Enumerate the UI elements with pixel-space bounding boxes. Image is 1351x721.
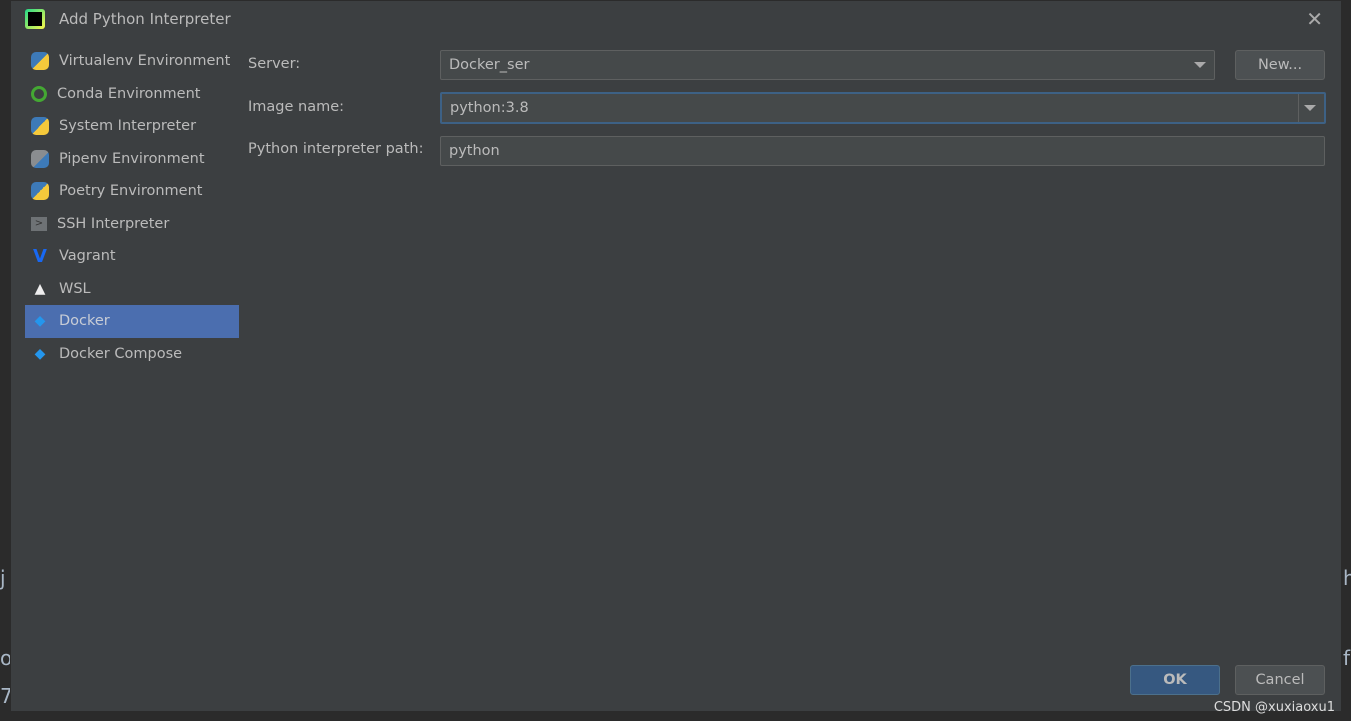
python-virtualenv-icon	[31, 52, 49, 71]
server-select[interactable]: Docker_ser	[440, 50, 1215, 80]
sidebar-item-label: Docker Compose	[59, 345, 183, 362]
ok-button[interactable]: OK	[1130, 665, 1220, 695]
image-name-value: python:3.8	[450, 100, 529, 116]
background-text: h	[1343, 566, 1351, 590]
sidebar-item-wsl[interactable]: ▲ WSL	[25, 273, 239, 306]
image-name-combobox[interactable]: python:3.8	[440, 92, 1326, 124]
interpreter-type-list: Virtualenv Environment Conda Environment…	[25, 45, 239, 370]
image-name-label: Image name:	[248, 99, 345, 115]
sidebar-item-label: SSH Interpreter	[57, 215, 170, 232]
sidebar-item-label: Pipenv Environment	[59, 150, 205, 167]
conda-icon	[31, 85, 47, 102]
background-text: f	[1343, 646, 1351, 670]
sidebar-item-docker-compose[interactable]: ◆ Docker Compose	[25, 338, 239, 371]
sidebar-item-docker[interactable]: ◆ Docker	[25, 305, 239, 338]
sidebar-item-label: Docker	[59, 313, 110, 330]
linux-penguin-icon: ▲	[34, 280, 46, 297]
add-python-interpreter-dialog: Add Python Interpreter ✕ Virtualenv Envi…	[10, 0, 1342, 712]
interpreter-path-label: Python interpreter path:	[248, 141, 424, 157]
sidebar-item-ssh[interactable]: > SSH Interpreter	[25, 208, 239, 241]
chevron-down-icon	[1304, 105, 1316, 111]
watermark: CSDN @xuxiaoxu1	[1213, 700, 1335, 715]
sidebar-item-label: Conda Environment	[57, 85, 201, 102]
close-icon[interactable]: ✕	[1306, 7, 1323, 31]
docker-icon: ◆	[34, 313, 46, 330]
sidebar-item-label: Virtualenv Environment	[59, 53, 231, 70]
interpreter-path-value: python	[449, 143, 500, 159]
sidebar-item-pipenv[interactable]: Pipenv Environment	[25, 143, 239, 176]
interpreter-path-input[interactable]: python	[440, 136, 1325, 166]
pycharm-logo-icon	[25, 9, 45, 29]
docker-icon: ◆	[34, 345, 46, 362]
dialog-title: Add Python Interpreter	[59, 10, 231, 28]
server-label: Server:	[248, 56, 301, 72]
sidebar-item-poetry[interactable]: Poetry Environment	[25, 175, 239, 208]
sidebar-item-label: Poetry Environment	[59, 183, 203, 200]
dialog-title-bar: Add Python Interpreter	[25, 9, 231, 29]
sidebar-item-vagrant[interactable]: V Vagrant	[25, 240, 239, 273]
sidebar-item-conda[interactable]: Conda Environment	[25, 78, 239, 111]
vagrant-icon: V	[33, 245, 47, 267]
background-text: j	[0, 566, 6, 590]
pipenv-icon	[31, 149, 49, 168]
sidebar-item-virtualenv[interactable]: Virtualenv Environment	[25, 45, 239, 78]
dropdown-button[interactable]	[1298, 94, 1324, 122]
poetry-icon	[31, 182, 49, 201]
cancel-button[interactable]: Cancel	[1235, 665, 1325, 695]
sidebar-item-system[interactable]: System Interpreter	[25, 110, 239, 143]
sidebar-item-label: System Interpreter	[59, 118, 197, 135]
ssh-terminal-icon: >	[31, 216, 47, 231]
server-value: Docker_ser	[449, 57, 530, 73]
sidebar-item-label: WSL	[59, 280, 91, 297]
python-icon	[31, 117, 49, 136]
sidebar-item-label: Vagrant	[59, 248, 116, 265]
new-server-button[interactable]: New...	[1235, 50, 1325, 80]
chevron-down-icon	[1194, 62, 1206, 68]
